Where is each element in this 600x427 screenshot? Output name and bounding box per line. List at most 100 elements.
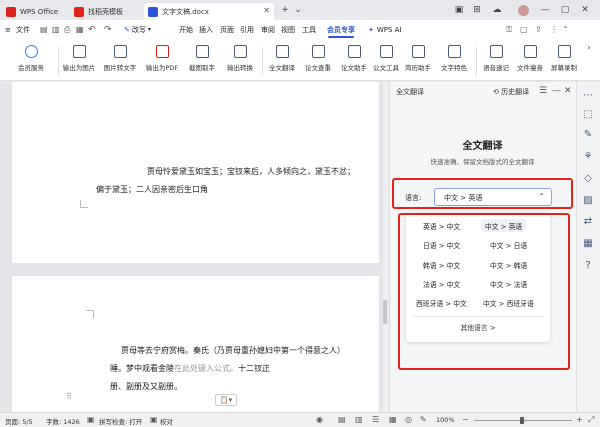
cloud-icon[interactable]: ☁ (491, 2, 503, 18)
comment-icon[interactable]: ▢ (520, 22, 528, 37)
sidebar-translate-icon[interactable]: ⇄ (582, 215, 594, 227)
resume-assistant-button[interactable]: 简历助手 (402, 43, 434, 79)
member-service-button[interactable]: 会员服务 (8, 43, 54, 79)
undo-icon[interactable]: ↶ (88, 22, 96, 37)
zoom-in-icon[interactable]: + (576, 415, 583, 424)
sidebar-table-icon[interactable]: ▦ (582, 237, 594, 249)
hamburger-icon[interactable]: ≡ (5, 22, 11, 37)
page-indicator[interactable]: 页面: 5/5 (5, 416, 33, 426)
minimize-icon[interactable]: — (538, 2, 552, 18)
thesis-assistant-button[interactable]: 论文助手 (337, 43, 371, 79)
menu-file[interactable]: 文件 (16, 22, 30, 37)
ribbon-label: 公文工具 (373, 64, 399, 72)
screen-record-button[interactable]: 屏幕录制 (547, 43, 581, 79)
save-icon[interactable]: ▥ (52, 22, 60, 37)
export-image-button[interactable]: 输出为图片 (60, 43, 98, 79)
document-canvas[interactable]: 贾母怜爱黛玉如宝玉；宝钗来后，人多倾向之，黛玉不忿； 偏于黛玉；二人因亲密后生口… (0, 82, 388, 412)
tab-wps-office[interactable]: WPS Office (2, 3, 68, 20)
close-panel-icon[interactable]: ✕ (564, 86, 572, 96)
thesis-icon (347, 45, 361, 58)
document-scrollbar[interactable] (383, 82, 388, 412)
menu-member[interactable]: 会员专享 (327, 22, 355, 37)
drag-handle-icon[interactable]: ⠿ (66, 392, 72, 401)
zoom-slider-thumb[interactable] (520, 417, 524, 424)
collapse-ribbon-icon[interactable]: ⌃ (562, 22, 569, 37)
export-icon[interactable]: ▦ (76, 22, 84, 37)
menu-review[interactable]: 审阅 (261, 22, 275, 37)
fit-window-icon[interactable]: ⤢ (588, 415, 594, 425)
share-icon[interactable]: ⇪ (535, 22, 542, 37)
menu-view[interactable]: 视图 (281, 22, 295, 37)
wps-ai-button[interactable]: ✦ WPS AI (368, 22, 402, 37)
lock-icon[interactable]: ⚿ (506, 22, 512, 37)
sidebar-help-icon[interactable]: ? (582, 259, 594, 271)
menu-insert[interactable]: 插入 (199, 22, 213, 37)
file-slim-button[interactable]: 文件瘦身 (513, 43, 547, 79)
view-page-icon[interactable]: ▤ (338, 415, 346, 424)
menu-home[interactable]: 开始 (179, 22, 193, 37)
official-doc-button[interactable]: 公文工具 (370, 43, 402, 79)
export-convert-button[interactable]: 输出转换 (222, 43, 258, 79)
new-tab-button[interactable]: + (279, 2, 291, 18)
ribbon-label: 屏幕录制 (551, 64, 577, 72)
ribbon-scroll-right-icon[interactable]: › (583, 43, 595, 79)
image-to-text-button[interactable]: 图片转文字 (100, 43, 140, 79)
zoom-level[interactable]: 100% (436, 416, 455, 424)
scrollbar-thumb[interactable] (383, 300, 387, 324)
voice-notes-button[interactable]: 语音速记 (479, 43, 513, 79)
sidebar-style-icon[interactable]: ⚘ (582, 150, 594, 162)
tab-document[interactable]: 文字文稿.docx ✕ (144, 3, 274, 20)
resume-icon (411, 45, 425, 58)
eye-icon[interactable]: ◉ (316, 415, 323, 424)
paste-options-icon[interactable]: 📋▾ (215, 394, 237, 406)
ribbon-toolbar: 会员服务 输出为图片 图片转文字 输出为PDF 截图取字 输出转换 全文翻译 论… (0, 39, 600, 81)
window-layout-icon[interactable]: ▣ (453, 2, 465, 18)
ocr-icon (113, 45, 127, 58)
maximize-icon[interactable]: ▢ (558, 2, 572, 18)
redo-icon[interactable]: ↷ (104, 22, 112, 37)
export-pdf-button[interactable]: 输出为PDF (142, 43, 182, 79)
menu-icon[interactable]: ☰ (539, 86, 547, 96)
ribbon-label: 论文查重 (305, 64, 331, 72)
minimize-panel-icon[interactable]: — (552, 86, 561, 96)
document-page[interactable]: 贾母怜爱黛玉如宝玉；宝钗来后，人多倾向之，黛玉不忿； 偏于黛玉；二人因亲密后生口… (12, 82, 379, 263)
plagiarism-check-button[interactable]: 论文查重 (300, 43, 336, 79)
menu-tools[interactable]: 工具 (302, 22, 316, 37)
ribbon-label: 全文翻译 (269, 64, 295, 72)
avatar[interactable] (517, 2, 529, 18)
sidebar-image-icon[interactable]: ▨ (582, 194, 594, 206)
highlight-box-language (392, 178, 573, 209)
open-folder-icon[interactable]: ▤ (40, 22, 48, 37)
print-icon[interactable]: ⎙ (64, 22, 70, 37)
sidebar-shape-icon[interactable]: ◇ (582, 172, 594, 184)
equation-placeholder[interactable]: 在此处键入公式。 (174, 364, 238, 373)
text-features-button[interactable]: 文字特色 (434, 43, 474, 79)
rewrite-button[interactable]: ✎ 改写 ▾ (124, 22, 151, 37)
close-window-icon[interactable]: ✕ (578, 2, 592, 18)
rewrite-label: 改写 (131, 25, 146, 34)
screenshot-text-button[interactable]: 截图取字 (184, 43, 220, 79)
document-page[interactable]: 贾母等去宁府赏梅。秦氏（乃贾母重孙媳妇中第一个得意之人） 睡。梦中观看金陵在此处… (12, 276, 379, 412)
more-icon[interactable]: ⋮ (550, 22, 558, 37)
zoom-out-icon[interactable]: − (462, 415, 469, 424)
menu-references[interactable]: 引用 (240, 22, 254, 37)
pen-status-icon[interactable]: ✎ (420, 415, 427, 424)
sidebar-select-icon[interactable]: ⬚ (582, 108, 594, 120)
close-tab-icon[interactable]: ✕ (263, 6, 270, 15)
view-outline-icon[interactable]: ☰ (372, 415, 379, 424)
tab-list-chevron-icon[interactable]: ⌄ (293, 2, 303, 18)
view-read-icon[interactable]: ▦ (389, 415, 397, 424)
full-translate-button[interactable]: 全文翻译 (265, 43, 299, 79)
word-count[interactable]: 字数: 1426 (46, 416, 80, 426)
globe-icon[interactable]: ◎ (405, 415, 412, 424)
image-export-icon (72, 45, 86, 58)
view-web-icon[interactable]: ▥ (355, 415, 363, 424)
sidebar-pen-icon[interactable]: ✎ (582, 128, 594, 140)
history-translate-button[interactable]: ⟲ 历史翻译 (493, 87, 529, 97)
tab-templates[interactable]: 找稻壳模板 (70, 3, 144, 20)
sidebar-more-icon[interactable]: ⋯ (582, 89, 594, 101)
grid-apps-icon[interactable]: ⊞ (471, 2, 483, 18)
menu-page[interactable]: 页面 (220, 22, 234, 37)
proofread-button[interactable]: 校对 (160, 416, 173, 426)
spell-check-status[interactable]: 拼写检查: 打开 (99, 416, 142, 426)
